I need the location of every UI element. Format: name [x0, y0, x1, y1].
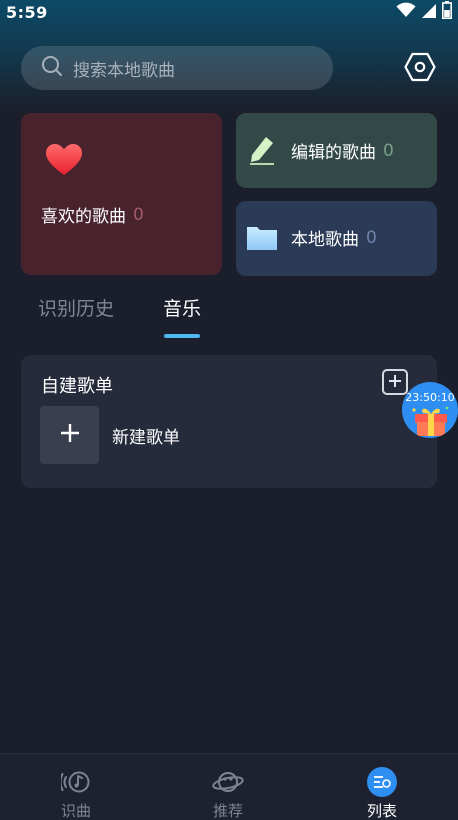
tab-recognition-history[interactable]: 识别历史 — [38, 294, 114, 321]
search-input[interactable]: 搜索本地歌曲 — [21, 46, 333, 90]
status-time: 5:59 — [6, 2, 48, 22]
edited-songs-card[interactable]: 编辑的歌曲 0 — [236, 113, 437, 188]
edited-count: 0 — [383, 140, 394, 161]
hexagon-settings-icon — [404, 52, 436, 86]
settings-button[interactable] — [402, 52, 438, 86]
edited-title: 编辑的歌曲 — [291, 143, 376, 163]
gift-box-icon — [412, 404, 450, 438]
nav-recognize-label: 识曲 — [60, 802, 91, 820]
nav-recommend[interactable]: 推荐 — [152, 754, 304, 820]
tab-bar: 识别历史 音乐 — [0, 294, 458, 340]
favorites-card[interactable]: 喜欢的歌曲 0 — [21, 113, 222, 275]
new-playlist-item[interactable]: 新建歌单 — [40, 406, 180, 464]
nav-list-label: 列表 — [366, 802, 397, 820]
wifi-icon — [396, 2, 416, 22]
favorites-title: 喜欢的歌曲 — [41, 207, 126, 227]
playlists-panel: 自建歌单 新建歌单 — [21, 355, 437, 488]
recognize-music-icon — [60, 766, 92, 798]
planet-icon — [212, 766, 244, 798]
list-icon — [366, 766, 398, 798]
status-icons — [396, 1, 452, 23]
new-playlist-thumb — [40, 406, 99, 464]
gift-widget[interactable]: 23:50:10 — [402, 382, 458, 438]
heart-icon — [45, 143, 83, 181]
plus-icon — [60, 423, 80, 447]
list-icon-circle — [367, 767, 397, 797]
local-title: 本地歌曲 — [291, 230, 359, 250]
plus-icon — [388, 373, 402, 392]
gift-timer: 23:50:10 — [405, 391, 455, 404]
local-songs-card[interactable]: 本地歌曲 0 — [236, 201, 437, 276]
playlists-title: 自建歌单 — [41, 376, 113, 397]
local-count: 0 — [366, 227, 377, 248]
tab-indicator — [164, 334, 200, 338]
pencil-icon — [248, 133, 278, 169]
edited-row: 编辑的歌曲 0 — [291, 138, 394, 164]
new-playlist-label: 新建歌单 — [112, 427, 180, 448]
favorites-count: 0 — [133, 204, 144, 225]
favorites-row: 喜欢的歌曲 0 — [41, 202, 144, 228]
nav-recognize[interactable]: 识曲 — [0, 754, 152, 820]
signal-icon — [422, 3, 436, 22]
status-bar: 5:59 — [0, 0, 458, 24]
battery-icon — [442, 1, 452, 23]
tab-music[interactable]: 音乐 — [163, 294, 201, 321]
local-row: 本地歌曲 0 — [291, 225, 377, 251]
nav-list[interactable]: 列表 — [306, 754, 458, 820]
search-placeholder: 搜索本地歌曲 — [73, 60, 175, 81]
nav-recommend-label: 推荐 — [212, 802, 243, 820]
search-icon — [41, 55, 63, 81]
folder-icon — [246, 223, 278, 255]
bottom-nav: 识曲 推荐 列表 — [0, 753, 458, 820]
